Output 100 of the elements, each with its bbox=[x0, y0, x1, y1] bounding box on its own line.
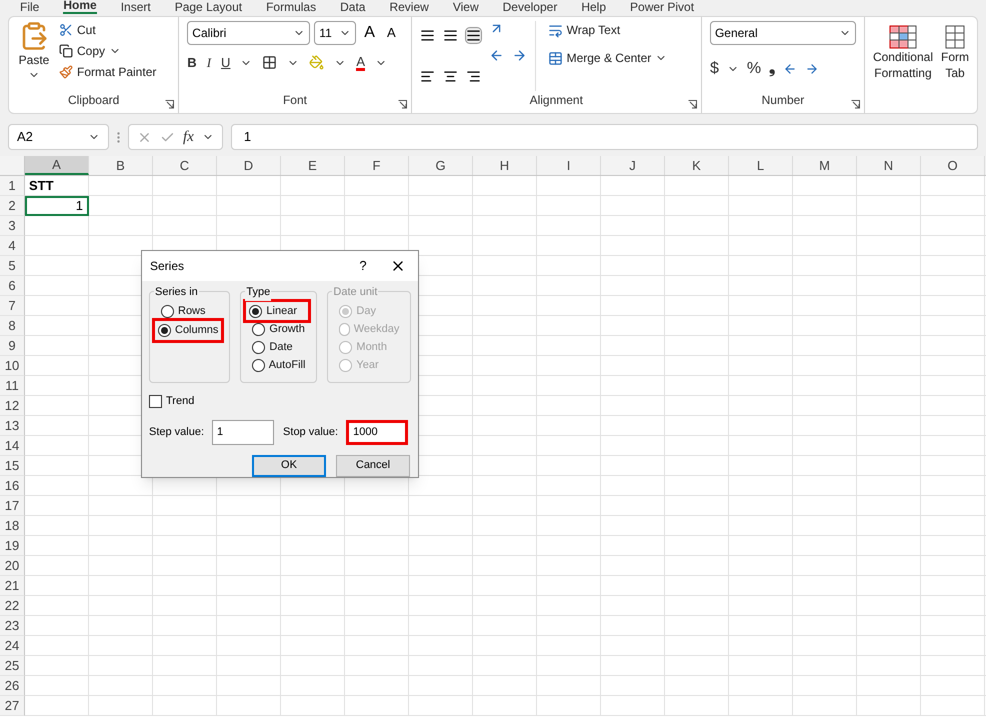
table-icon bbox=[888, 25, 917, 49]
row-header: 8 bbox=[0, 316, 25, 336]
ribbon-tab[interactable]: Page Layout bbox=[174, 1, 242, 14]
column-header: I bbox=[537, 156, 601, 175]
ribbon-tab[interactable]: File bbox=[20, 1, 40, 14]
row-header: 1 bbox=[0, 176, 25, 196]
align-right-icon[interactable] bbox=[466, 69, 481, 84]
column-header: E bbox=[281, 156, 345, 175]
dialog-launcher-icon[interactable] bbox=[398, 100, 407, 109]
wrap-text-button[interactable]: Wrap Text bbox=[548, 21, 668, 39]
paste-button[interactable]: Paste bbox=[17, 21, 51, 91]
column-header: B bbox=[89, 156, 153, 175]
font-name-dropdown[interactable]: Calibri bbox=[187, 21, 310, 45]
ribbon-tab[interactable]: Developer bbox=[502, 1, 558, 14]
align-center-icon[interactable] bbox=[442, 69, 458, 84]
ribbon-tab[interactable]: View bbox=[452, 1, 479, 14]
ribbon-tab[interactable]: Power Pivot bbox=[630, 1, 694, 14]
copy-button[interactable]: Copy bbox=[59, 42, 156, 60]
value-field[interactable]: 1000 bbox=[346, 420, 408, 444]
dialog-launcher-icon[interactable] bbox=[850, 100, 860, 109]
row-header: 9 bbox=[0, 336, 25, 356]
radio-option[interactable]: Growth bbox=[249, 320, 308, 338]
format-table-button[interactable]: Form Tab bbox=[941, 25, 969, 113]
column-header: H bbox=[473, 156, 537, 175]
dialog-button[interactable]: Cancel bbox=[336, 454, 410, 476]
radio-icon bbox=[252, 340, 266, 354]
checkbox-label: Trend bbox=[166, 394, 194, 409]
row-header: 14 bbox=[0, 436, 25, 456]
name-box[interactable]: A2 bbox=[8, 124, 109, 150]
dialog-launcher-icon[interactable] bbox=[688, 100, 697, 109]
conditional-formatting-button[interactable]: Conditional Formatting bbox=[872, 25, 933, 113]
formula-input[interactable]: 1 bbox=[230, 124, 978, 150]
help-button[interactable]: ? bbox=[348, 256, 378, 276]
ribbon-tab[interactable]: Data bbox=[340, 1, 366, 14]
font-color-button[interactable]: A bbox=[356, 54, 366, 71]
column-header: O bbox=[921, 156, 985, 175]
dialog-title: Series bbox=[150, 258, 186, 275]
radio-option[interactable]: Rows bbox=[158, 302, 222, 321]
group-label: Font bbox=[282, 92, 307, 109]
dialog-button[interactable]: OK bbox=[252, 454, 326, 476]
row-header: 25 bbox=[0, 656, 25, 676]
group-label: Number bbox=[762, 92, 804, 109]
radio-icon bbox=[339, 358, 352, 372]
ribbon-tab[interactable]: Insert bbox=[120, 1, 151, 14]
row-header: 12 bbox=[0, 396, 25, 416]
italic-button[interactable]: I bbox=[206, 53, 212, 72]
ribbon-tab[interactable]: Review bbox=[389, 1, 429, 14]
font-size-dropdown[interactable]: 11 bbox=[314, 21, 356, 45]
row-header: 21 bbox=[0, 576, 25, 596]
insert-function-button[interactable]: fx bbox=[183, 126, 194, 148]
merge-icon bbox=[548, 50, 563, 66]
checkbox[interactable] bbox=[149, 394, 162, 408]
comma-button[interactable]: ❟ bbox=[769, 57, 776, 81]
grow-font-button[interactable]: A bbox=[360, 21, 379, 45]
table-icon bbox=[945, 25, 965, 49]
ribbon-tab[interactable]: Help bbox=[581, 1, 606, 14]
row-header: 7 bbox=[0, 296, 25, 316]
row-header: 10 bbox=[0, 356, 25, 376]
value-field[interactable]: 1 bbox=[212, 420, 274, 444]
percent-button[interactable]: % bbox=[746, 57, 762, 81]
row-header: 3 bbox=[0, 216, 25, 236]
shrink-font-button[interactable]: A bbox=[382, 23, 400, 43]
radio-option[interactable]: AutoFill bbox=[249, 356, 308, 374]
row-header: 24 bbox=[0, 636, 25, 656]
currency-button[interactable]: $ bbox=[710, 57, 719, 81]
column-header: N bbox=[857, 156, 921, 175]
ribbon-tab[interactable]: Formulas bbox=[266, 1, 316, 14]
borders-icon[interactable] bbox=[262, 55, 278, 70]
group-label: Alignment bbox=[530, 92, 583, 109]
row-header: 18 bbox=[0, 516, 25, 536]
row-header: 19 bbox=[0, 536, 25, 556]
column-header: M bbox=[793, 156, 857, 175]
group-label: Clipboard bbox=[68, 92, 120, 109]
ribbon-tab[interactable]: Home bbox=[63, 0, 97, 14]
row-header: 6 bbox=[0, 276, 25, 296]
copy-icon bbox=[59, 44, 73, 58]
scissors-icon bbox=[59, 23, 73, 37]
radio-option[interactable]: Columns bbox=[155, 321, 222, 340]
row-header: 26 bbox=[0, 676, 25, 696]
column-header: A bbox=[25, 156, 89, 175]
dots-icon bbox=[117, 132, 120, 142]
row-header: 2 bbox=[0, 196, 25, 216]
merge-center-button[interactable]: Merge & Center bbox=[548, 49, 668, 67]
radio-option[interactable]: Date bbox=[249, 338, 308, 356]
format-painter-button[interactable]: Format Painter bbox=[59, 63, 156, 81]
bold-button[interactable]: B bbox=[187, 53, 197, 72]
radio-icon bbox=[339, 340, 352, 354]
table-cell: 1 bbox=[25, 196, 89, 216]
cut-button[interactable]: Cut bbox=[59, 21, 156, 39]
underline-button[interactable]: U bbox=[221, 53, 230, 72]
row-header: 20 bbox=[0, 556, 25, 576]
number-format-dropdown[interactable]: General bbox=[710, 21, 856, 45]
dialog-launcher-icon[interactable] bbox=[165, 100, 174, 109]
radio-icon bbox=[252, 358, 265, 372]
middle-align-icon[interactable] bbox=[442, 28, 458, 43]
top-align-icon[interactable] bbox=[420, 28, 435, 43]
radio-option[interactable]: Linear bbox=[246, 302, 308, 320]
bottom-align-icon[interactable] bbox=[466, 28, 481, 43]
align-left-icon[interactable] bbox=[420, 69, 435, 84]
fill-color-icon[interactable] bbox=[309, 55, 324, 70]
